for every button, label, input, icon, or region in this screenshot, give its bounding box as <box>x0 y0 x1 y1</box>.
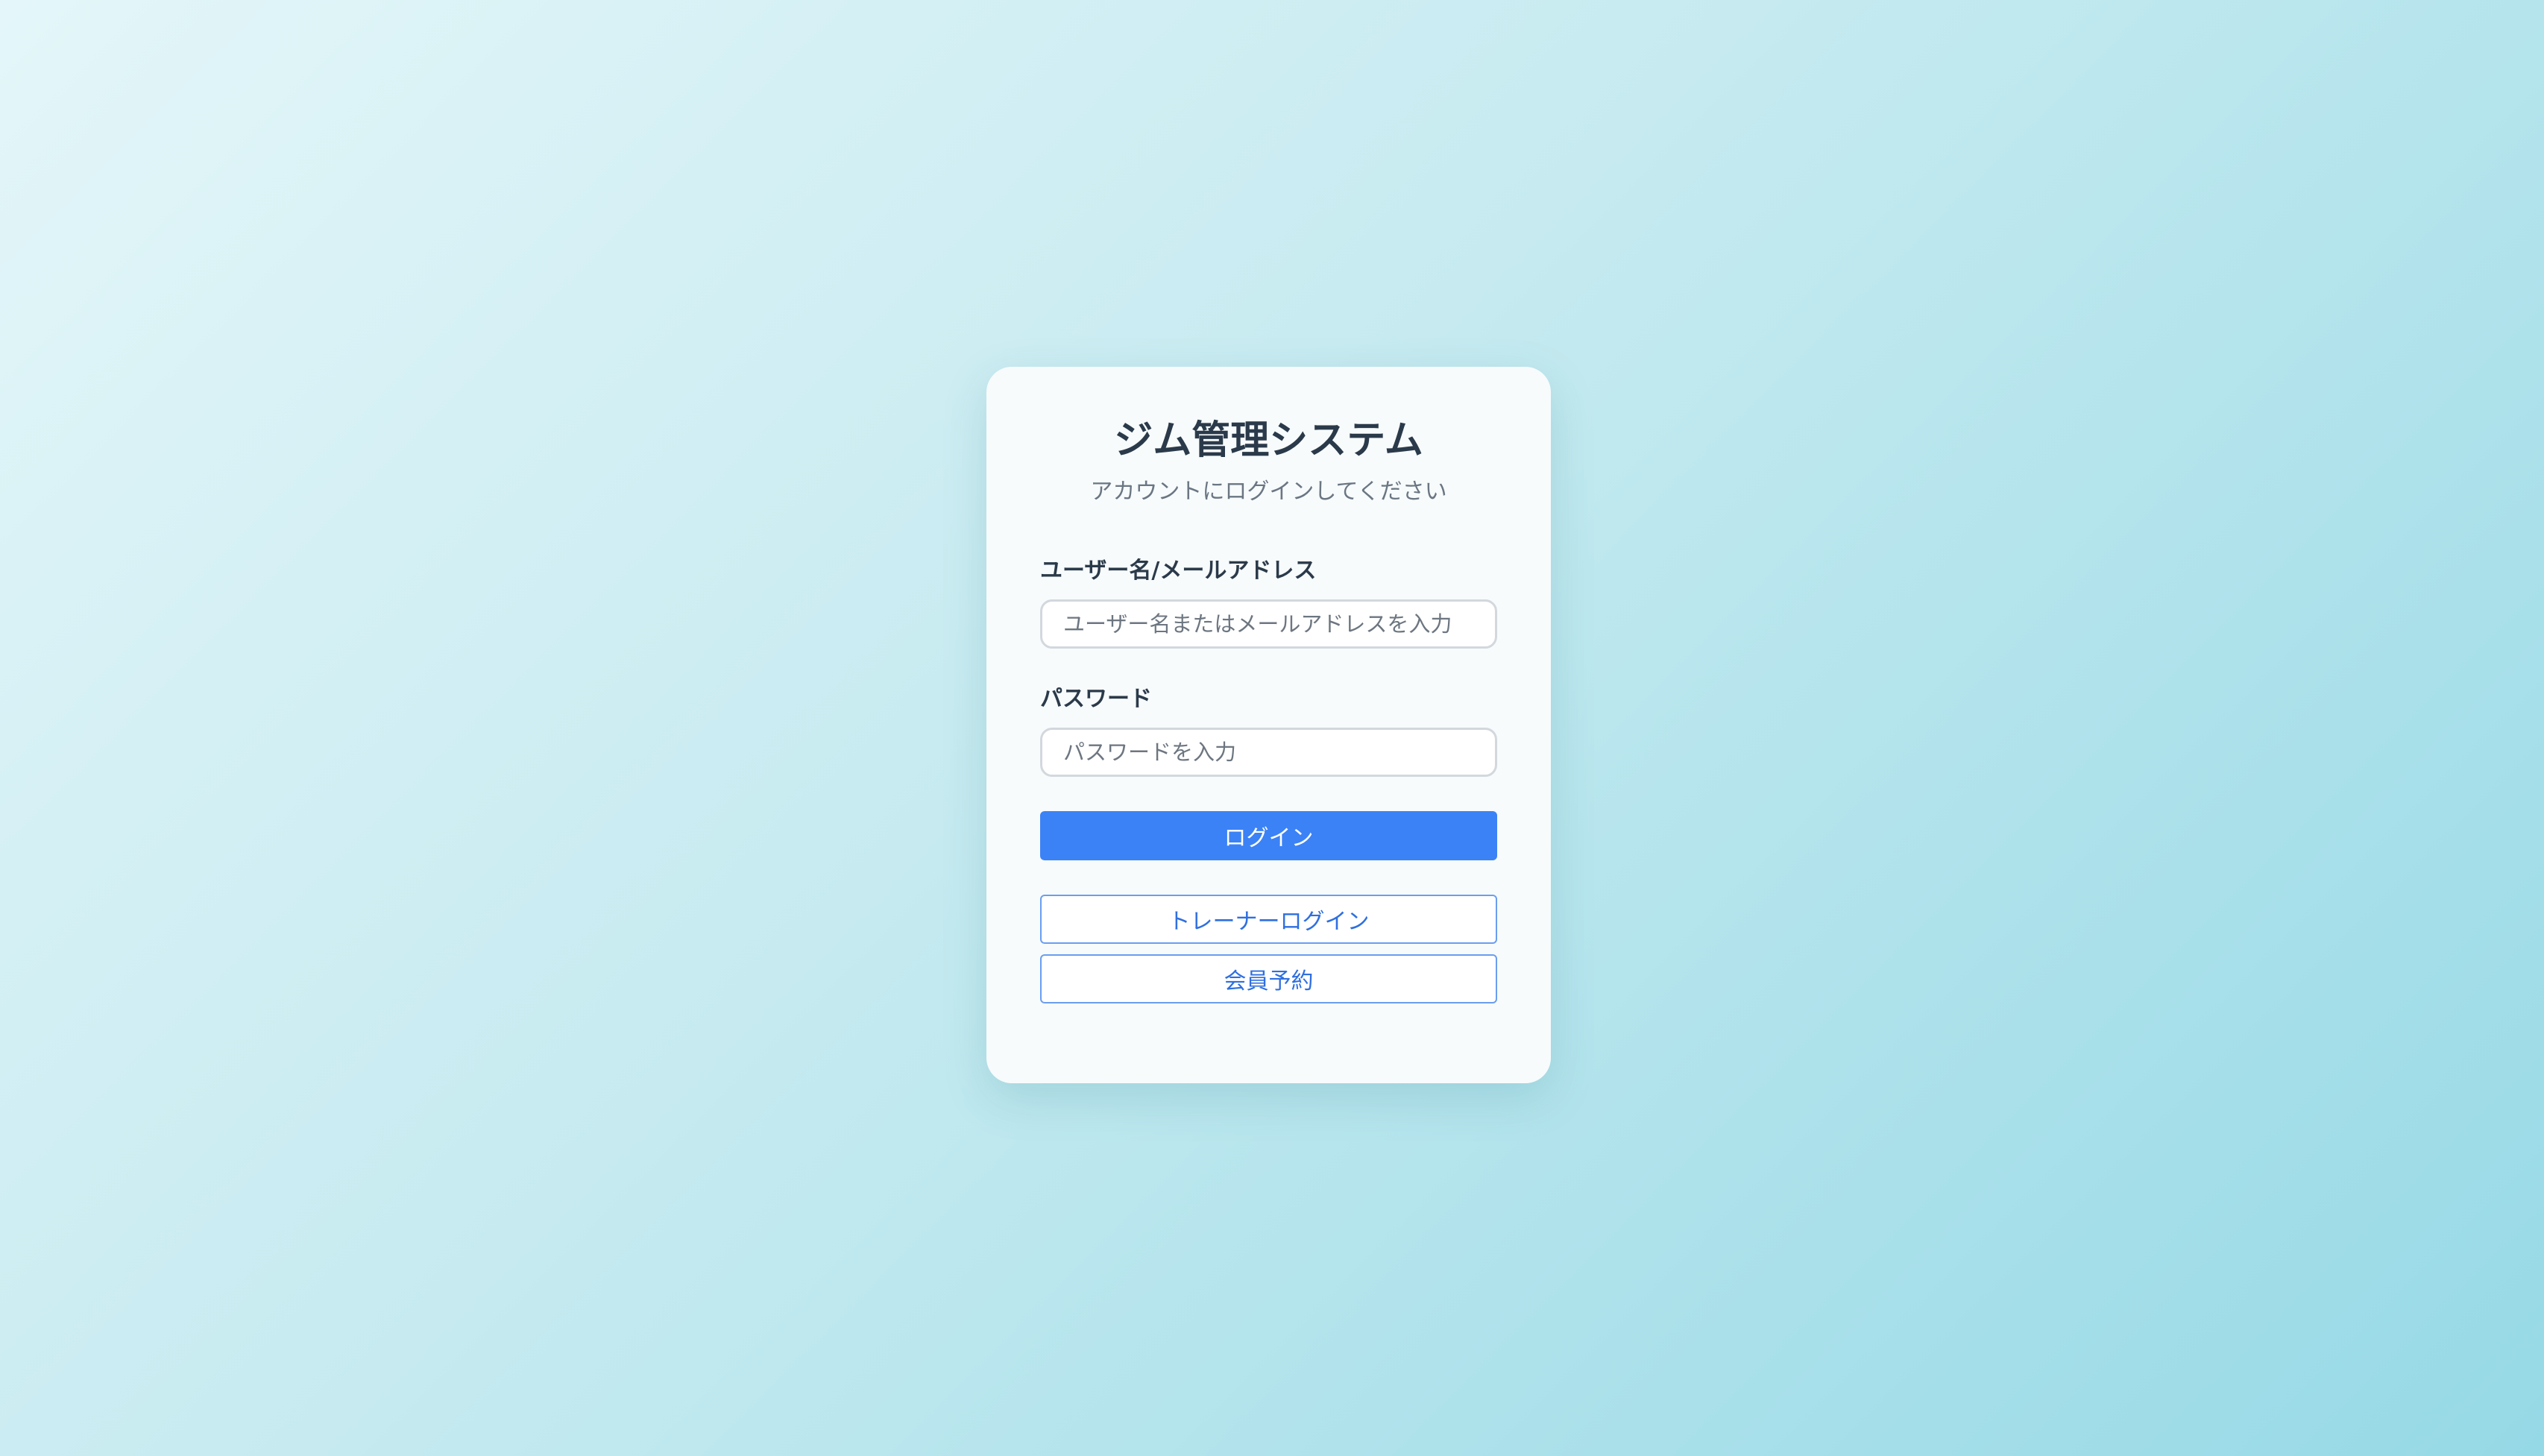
page-title: ジム管理システム <box>1114 418 1423 463</box>
member-booking-button[interactable]: 会員予約 <box>1040 954 1497 1003</box>
page-subtitle: アカウントにログインしてください <box>1090 478 1447 505</box>
login-button[interactable]: ログイン <box>1040 810 1497 860</box>
username-label: ユーザー名/メールアドレス <box>1040 557 1317 584</box>
password-input[interactable] <box>1040 727 1497 777</box>
username-input[interactable] <box>1040 599 1497 649</box>
trainer-login-button[interactable]: トレーナーログイン <box>1040 894 1497 944</box>
login-card: ジム管理システム アカウントにログインしてください ユーザー名/メールアドレス … <box>986 367 1551 1083</box>
password-label: パスワード <box>1040 685 1152 712</box>
